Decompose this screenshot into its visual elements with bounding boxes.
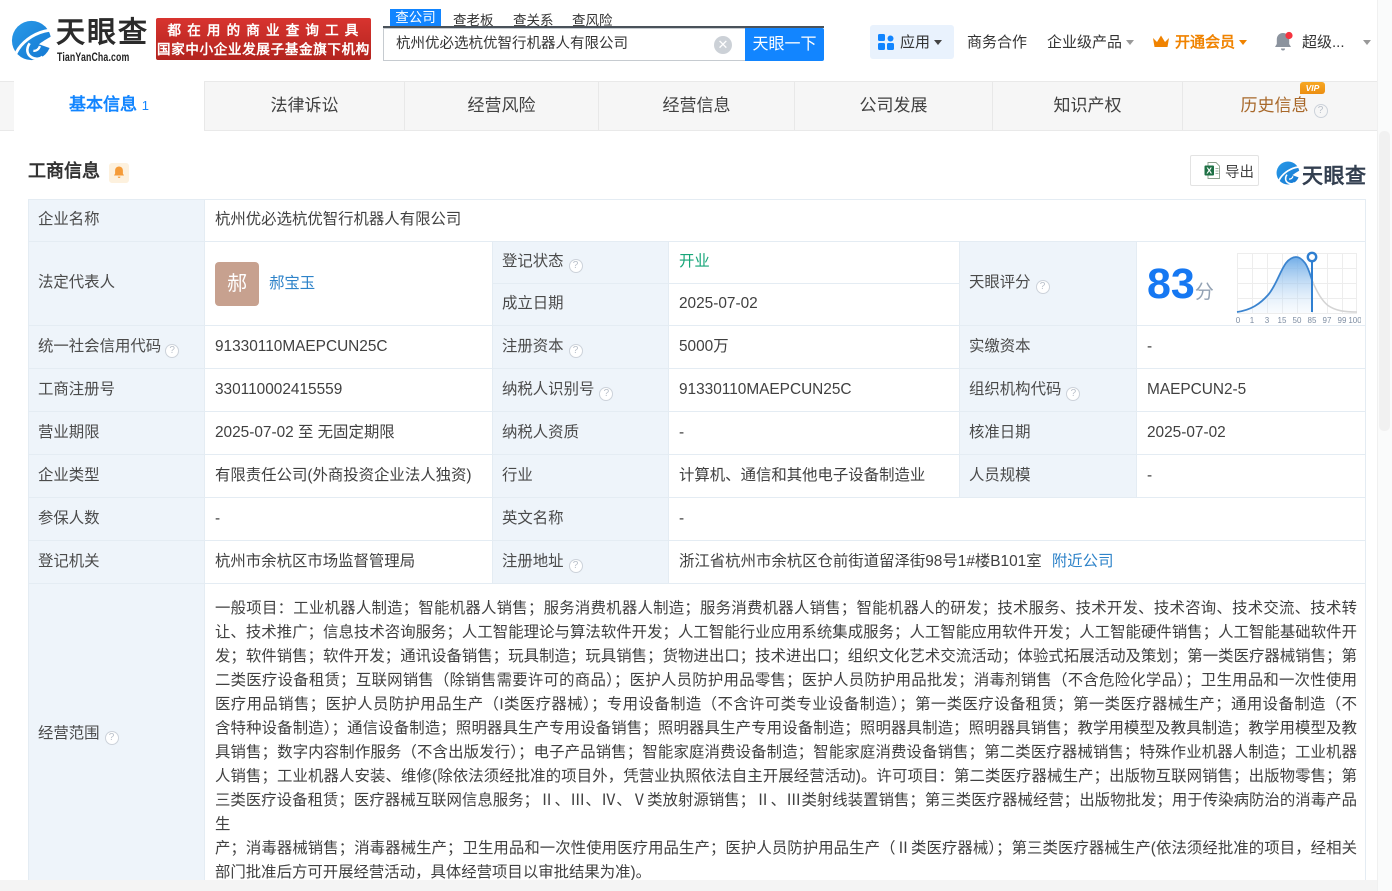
svg-text:50: 50 <box>1293 316 1302 325</box>
svg-text:3: 3 <box>1265 316 1270 325</box>
svg-text:100: 100 <box>1348 316 1361 325</box>
svg-text:1: 1 <box>1250 316 1255 325</box>
svg-text:0: 0 <box>1236 316 1241 325</box>
svg-text:15: 15 <box>1278 316 1287 325</box>
svg-text:85: 85 <box>1308 316 1317 325</box>
svg-text:X: X <box>1206 166 1212 176</box>
svg-text:97: 97 <box>1323 316 1332 325</box>
svg-text:99: 99 <box>1338 316 1347 325</box>
